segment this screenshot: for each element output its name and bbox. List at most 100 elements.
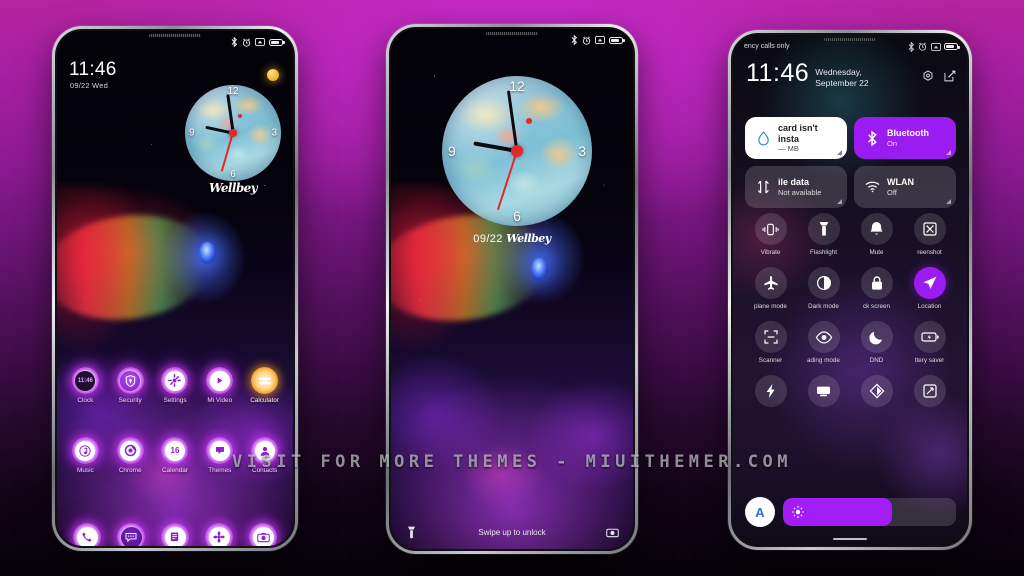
toggle-mute[interactable]: Mute	[850, 213, 903, 256]
gear-icon	[161, 367, 189, 394]
app-label: Music	[77, 467, 94, 474]
app-chrome[interactable]: Chrome	[109, 437, 151, 474]
toggle-reading-mode[interactable]: ading mode	[797, 321, 850, 364]
toggle-label: Location	[917, 303, 942, 310]
mobile-data-icon	[755, 179, 771, 195]
phone2-screen[interactable]: 12 3 6 9 09/22 Wellbey Swipe up to unloc…	[391, 29, 633, 549]
home-clock-date: 09/22 Wed	[70, 81, 108, 90]
gallery-flower-icon[interactable]	[205, 523, 233, 546]
phone-lock-screen: 12 3 6 9 09/22 Wellbey Swipe up to unloc…	[386, 24, 638, 554]
dock	[57, 523, 293, 546]
app-calculator[interactable]: Calculator	[244, 367, 286, 404]
music-note-icon	[71, 437, 99, 464]
bluetooth-tile[interactable]: Bluetooth On	[854, 117, 956, 159]
battery-icon	[944, 43, 960, 50]
equals-icon	[251, 367, 279, 394]
themes-icon	[206, 437, 234, 464]
clock-numeral-6: 6	[230, 169, 236, 180]
bluetooth-icon	[231, 37, 238, 47]
brightness-slider[interactable]	[783, 498, 956, 526]
app-themes[interactable]: Themes	[199, 437, 241, 474]
mobile-data-tile[interactable]: ile data Not available	[745, 166, 847, 208]
toggle-label: Flashlight	[810, 249, 837, 256]
toggle-rotate[interactable]	[903, 375, 956, 411]
sync-icon	[860, 375, 893, 407]
toggle-dark-mode[interactable]: Dark mode	[797, 267, 850, 310]
clock-numeral-3: 3	[271, 127, 277, 139]
quick-settings-header: 11:46 Wednesday, September 22	[746, 61, 956, 88]
toggle-label: Vibrate	[760, 249, 781, 256]
battery-icon	[269, 38, 285, 46]
toggle-scanner[interactable]: Scanner	[744, 321, 797, 364]
earpiece-grille	[149, 34, 201, 37]
app-label: Chrome	[118, 467, 142, 474]
scanner-icon	[754, 321, 787, 353]
world-clock-widget[interactable]: 12 3 6 9	[442, 76, 592, 226]
toggle-lock-screen[interactable]: ck screen	[850, 267, 903, 310]
camera-icon[interactable]	[606, 526, 619, 539]
expand-corner[interactable]	[837, 199, 842, 204]
home-clock-time: 11:46	[69, 59, 117, 80]
toggle-vibrate[interactable]: Vibrate	[744, 213, 797, 256]
app-contacts[interactable]: Contacts	[244, 437, 286, 474]
card-title: ile data	[778, 177, 810, 188]
clock-second-dot	[526, 118, 532, 124]
sd-card-tile[interactable]: card isn't insta — MB	[745, 117, 847, 159]
wallpaper-blue-orb	[198, 242, 216, 265]
app-label: Mi Video	[207, 397, 233, 404]
expand-corner[interactable]	[837, 150, 842, 155]
app-label: Settings	[163, 397, 187, 404]
phone3-screen[interactable]: ency calls only 11:46 Wednesday, Septemb…	[733, 35, 967, 545]
toggle-label: ck screen	[863, 303, 890, 310]
wlan-tile[interactable]: WLAN Off	[854, 166, 956, 208]
clock-icon: 11:46	[71, 367, 99, 394]
messages-icon[interactable]	[117, 523, 145, 546]
home-indicator	[833, 537, 867, 540]
app-security[interactable]: Security	[109, 367, 151, 404]
world-clock-widget[interactable]: 12 3 6 9	[185, 85, 281, 181]
toggle-cast[interactable]	[797, 375, 850, 411]
toggle-flashlight[interactable]: Flashlight	[797, 213, 850, 256]
clock-center-hub	[511, 145, 523, 157]
toggle-battery-saver[interactable]: ttery saver	[903, 321, 956, 364]
battery-icon	[609, 36, 625, 44]
clock-center-hub	[229, 129, 237, 137]
toggle-location[interactable]: Location	[903, 267, 956, 310]
app-label: Themes	[208, 467, 232, 474]
clock-numeral-9: 9	[448, 143, 456, 159]
toggle-label: plane mode	[754, 303, 787, 310]
app-music[interactable]: Music	[64, 437, 106, 474]
chrome-icon	[116, 437, 144, 464]
camera-icon[interactable]	[249, 523, 277, 546]
toggle-flash[interactable]	[744, 375, 797, 411]
toggle-dnd[interactable]: DND	[850, 321, 903, 364]
lock-bottom-bar: Swipe up to unlock	[391, 526, 633, 539]
toggle-screenshot[interactable]: reenshot	[903, 213, 956, 256]
app-calendar[interactable]: 16 Calendar	[154, 437, 196, 474]
expand-corner[interactable]	[946, 199, 951, 204]
battery-saver-icon	[913, 321, 946, 353]
lock-icon	[860, 267, 893, 299]
clock-numeral-9: 9	[189, 127, 195, 139]
screenshot-icon	[595, 36, 605, 44]
alarm-icon	[918, 42, 927, 51]
notes-icon[interactable]	[161, 523, 189, 546]
app-mi-video[interactable]: Mi Video	[199, 367, 241, 404]
screenshot-icon	[255, 38, 265, 46]
flashlight-icon[interactable]	[405, 526, 418, 539]
edit-icon[interactable]	[944, 70, 956, 82]
auto-brightness-button[interactable]: A	[745, 497, 775, 527]
moon-icon	[860, 321, 893, 353]
settings-gear-icon[interactable]	[922, 70, 934, 82]
phone1-screen[interactable]: 11:46 09/22 Wed 12 3 6 9 Wellbey 11:46 C…	[57, 31, 293, 546]
screenshot-icon	[913, 213, 946, 245]
toggle-sync[interactable]	[850, 375, 903, 411]
toggle-airplane-mode[interactable]: plane mode	[744, 267, 797, 310]
app-clock[interactable]: 11:46 Clock	[64, 367, 106, 404]
connectivity-cards: card isn't insta — MB Bluetooth On ile d…	[745, 117, 956, 208]
app-settings[interactable]: Settings	[154, 367, 196, 404]
phone-icon[interactable]	[73, 523, 101, 546]
card-subtitle: Off	[887, 187, 897, 197]
screenshot-icon	[930, 42, 941, 51]
expand-corner[interactable]	[946, 150, 951, 155]
